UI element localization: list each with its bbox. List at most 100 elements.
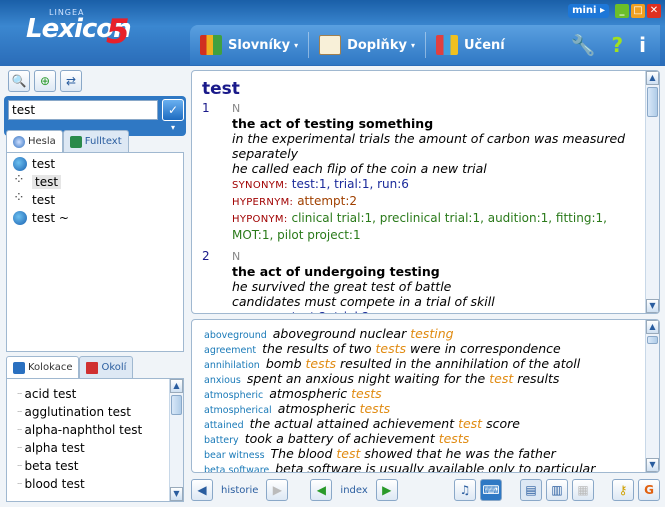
scroll-down-icon[interactable]: ▼ bbox=[646, 299, 659, 313]
list-item[interactable]: test bbox=[7, 172, 183, 191]
collocation-row[interactable]: aboveground aboveground nuclear testing bbox=[192, 326, 659, 341]
list-item-label: test bbox=[32, 193, 56, 207]
example-highlight: tests bbox=[438, 431, 470, 446]
view-layout-2-icon[interactable]: ▥ bbox=[546, 479, 568, 501]
list-item[interactable]: blood test bbox=[7, 475, 183, 493]
list-item[interactable]: test bbox=[7, 155, 183, 173]
house-icon bbox=[86, 361, 99, 374]
entry-scrollbar[interactable]: ▲ ▼ bbox=[645, 71, 659, 313]
search-input[interactable] bbox=[8, 100, 158, 120]
collocation-row[interactable]: attained the actual attained achievement … bbox=[192, 416, 659, 431]
help-icon[interactable]: ? bbox=[612, 33, 624, 57]
synonym-row: SYNONYM: test:2, trial:2 bbox=[232, 309, 642, 313]
key-icon[interactable]: ⚷ bbox=[612, 479, 634, 501]
example-pre: took a battery of achievement bbox=[244, 431, 439, 446]
history-back-icon[interactable]: ◀ bbox=[191, 479, 213, 501]
hyponym-label: HYPONYM: bbox=[232, 214, 288, 225]
collocations-panel: aboveground aboveground nuclear testing ag… bbox=[191, 319, 660, 473]
collocation-example: bomb tests resulted in the annihilation … bbox=[266, 356, 580, 371]
example-post: results bbox=[513, 371, 560, 386]
kolokace-scrollbar[interactable]: ▲ ▼ bbox=[169, 379, 183, 501]
settings-wrench-icon[interactable]: 🔧 bbox=[571, 33, 596, 57]
list-item[interactable]: alpha test bbox=[7, 439, 183, 457]
history-forward-icon[interactable]: ▶ bbox=[266, 479, 289, 501]
g-icon[interactable]: G bbox=[638, 479, 660, 501]
collocations-scrollbar[interactable]: ▲ ▼ bbox=[645, 320, 659, 472]
books-icon bbox=[200, 35, 222, 55]
scroll-thumb[interactable] bbox=[171, 395, 182, 415]
hypernym-values[interactable]: attempt:2 bbox=[297, 194, 357, 208]
collocation-row[interactable]: agreement the results of two tests were i… bbox=[192, 341, 659, 356]
list-item-label: test bbox=[32, 175, 62, 189]
index-label: index bbox=[340, 484, 368, 496]
pronunciation-icon[interactable]: ♫ bbox=[454, 479, 476, 501]
scroll-up-icon[interactable]: ▲ bbox=[170, 379, 183, 393]
magnifier-icon bbox=[13, 135, 25, 148]
collocation-key: beta software bbox=[204, 465, 270, 473]
bottom-toolbar: ◀ historie ▶ ◀ index ▶ ♫ ⌨ ▤ ▥ ▦ ⚷ G bbox=[191, 477, 660, 503]
hyponym-values[interactable]: clinical trial:1, preclinical trial:1, a… bbox=[232, 211, 607, 242]
index-forward-icon[interactable]: ▶ bbox=[375, 479, 398, 501]
scroll-down-icon[interactable]: ▼ bbox=[646, 458, 659, 472]
scroll-up-icon[interactable]: ▲ bbox=[646, 71, 659, 85]
synonym-values[interactable]: test:1, trial:1, run:6 bbox=[292, 177, 409, 191]
uceni-menu[interactable]: Učení bbox=[426, 30, 515, 60]
collocation-key: battery bbox=[204, 435, 239, 446]
collocation-row[interactable]: battery took a battery of achievement tes… bbox=[192, 431, 659, 446]
example-highlight: testing bbox=[410, 326, 454, 341]
tab-hesla[interactable]: Hesla bbox=[6, 130, 63, 152]
keyboard-icon[interactable]: ⌨ bbox=[480, 479, 502, 501]
maximize-button[interactable]: □ bbox=[631, 4, 645, 18]
list-item-label: test ~ bbox=[32, 211, 69, 225]
kolokace-list: acid testagglutination testalpha-naphtho… bbox=[6, 378, 184, 502]
list-item[interactable]: test ~ bbox=[7, 209, 183, 227]
example-highlight: tests bbox=[351, 386, 382, 401]
view-layout-1-icon[interactable]: ▤ bbox=[520, 479, 542, 501]
swap-direction-icon[interactable]: ⇄ bbox=[60, 70, 82, 92]
search-icon[interactable]: 🔍 bbox=[8, 70, 30, 92]
hyponym-row: HYPONYM: clinical trial:1, preclinical t… bbox=[232, 210, 642, 243]
tree-nodes-icon bbox=[13, 190, 27, 207]
example-highlight: tests bbox=[359, 401, 391, 416]
scroll-thumb[interactable] bbox=[647, 87, 658, 117]
list-item[interactable]: agglutination test bbox=[7, 403, 183, 421]
hesla-list: test test test test ~ bbox=[6, 152, 184, 352]
mini-mode-button[interactable]: mini ▸ bbox=[568, 4, 609, 18]
collocation-key: atmospheric bbox=[204, 390, 264, 401]
scroll-down-icon[interactable]: ▼ bbox=[170, 487, 183, 501]
scroll-thumb[interactable] bbox=[647, 336, 658, 344]
sense-number: 2 bbox=[202, 249, 210, 263]
collocation-row[interactable]: atmospherical atmospheric tests bbox=[192, 401, 659, 416]
view-layout-3-icon[interactable]: ▦ bbox=[572, 479, 594, 501]
slovniky-menu[interactable]: Slovníky ▾ bbox=[190, 30, 308, 60]
info-icon[interactable]: i bbox=[639, 33, 646, 57]
index-back-icon[interactable]: ◀ bbox=[310, 479, 333, 501]
list-item[interactable]: alpha-naphthol test bbox=[7, 421, 183, 439]
example-pre: The blood bbox=[270, 446, 337, 461]
tab-fulltext[interactable]: Fulltext bbox=[62, 130, 129, 152]
collocation-row[interactable]: beta software beta software is usually av… bbox=[192, 461, 659, 473]
list-item[interactable]: acid test bbox=[7, 385, 183, 403]
list-item[interactable]: test bbox=[7, 190, 183, 209]
part-of-speech: N bbox=[232, 102, 241, 115]
minimize-button[interactable]: _ bbox=[615, 4, 629, 18]
doplnky-menu[interactable]: Doplňky ▾ bbox=[309, 30, 425, 60]
collocation-row[interactable]: annihilation bomb tests resulted in the a… bbox=[192, 356, 659, 371]
tab-okoli[interactable]: Okolí bbox=[79, 356, 134, 378]
synonym-values[interactable]: test:2, trial:2 bbox=[292, 310, 370, 313]
search-confirm-button[interactable]: ✓ bbox=[162, 99, 184, 121]
search-dropdown-icon[interactable]: ▾ bbox=[164, 123, 182, 133]
collocation-row[interactable]: atmospheric atmospheric tests bbox=[192, 386, 659, 401]
globe-icon bbox=[13, 157, 27, 171]
close-button[interactable]: ✕ bbox=[647, 4, 661, 18]
collocation-row[interactable]: anxious spent an anxious night waiting fo… bbox=[192, 371, 659, 386]
tab-kolokace[interactable]: Kolokace bbox=[6, 356, 80, 378]
collocation-key: aboveground bbox=[204, 330, 267, 341]
logo-version: 5 bbox=[106, 12, 130, 52]
collocation-example: beta software is usually available only … bbox=[275, 461, 595, 472]
list-item[interactable]: beta test bbox=[7, 457, 183, 475]
collocation-row[interactable]: bear witness The blood test showed that h… bbox=[192, 446, 659, 461]
example: candidates must compete in a trial of sk… bbox=[232, 294, 495, 309]
scroll-up-icon[interactable]: ▲ bbox=[646, 320, 659, 334]
zoom-in-icon[interactable]: ⊕ bbox=[34, 70, 56, 92]
